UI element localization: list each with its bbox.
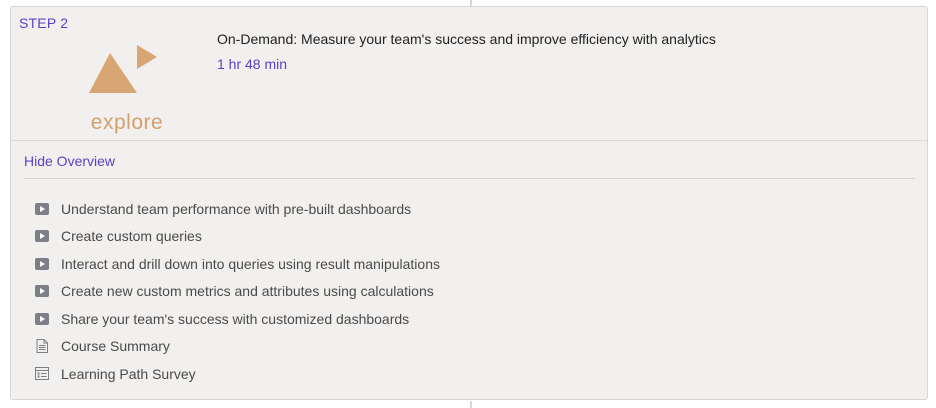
document-icon xyxy=(35,339,49,354)
step-label: STEP 2 xyxy=(19,15,69,31)
hide-overview-link[interactable]: Hide Overview xyxy=(24,153,115,169)
overview-divider xyxy=(24,178,915,179)
list-item[interactable]: Share your team's success with customize… xyxy=(35,305,440,333)
header-divider xyxy=(11,140,927,141)
explore-triangles-icon xyxy=(89,45,157,93)
video-play-icon xyxy=(35,202,49,216)
list-item[interactable]: Course Summary xyxy=(35,333,440,361)
course-step-card: STEP 2 explore On-Demand: Measure your t… xyxy=(10,6,928,400)
list-item-label: Course Summary xyxy=(61,338,170,355)
explore-logo-text: explore xyxy=(90,111,164,134)
explore-logo: explore xyxy=(75,39,179,139)
list-item-label: Interact and drill down into queries usi… xyxy=(61,255,440,272)
list-item-label: Create custom queries xyxy=(61,228,202,245)
course-title[interactable]: On-Demand: Measure your team's success a… xyxy=(217,31,716,47)
list-item[interactable]: Interact and drill down into queries usi… xyxy=(35,250,440,278)
survey-icon xyxy=(35,367,49,381)
course-duration: 1 hr 48 min xyxy=(217,56,288,72)
list-item-label: Understand team performance with pre-bui… xyxy=(61,200,412,217)
list-item[interactable]: Create custom queries xyxy=(35,223,440,251)
video-play-icon xyxy=(35,284,49,298)
list-item-label: Learning Path Survey xyxy=(61,365,196,382)
list-item[interactable]: Understand team performance with pre-bui… xyxy=(35,195,440,223)
step-connector-bottom xyxy=(470,401,472,408)
list-item[interactable]: Create new custom metrics and attributes… xyxy=(35,278,440,306)
list-item-label: Create new custom metrics and attributes… xyxy=(61,283,434,300)
video-play-icon xyxy=(35,257,49,271)
list-item-label: Share your team's success with customize… xyxy=(61,310,410,327)
list-item[interactable]: Learning Path Survey xyxy=(35,360,440,388)
course-content-list: Understand team performance with pre-bui… xyxy=(35,195,440,388)
video-play-icon xyxy=(35,229,49,243)
video-play-icon xyxy=(35,312,49,326)
